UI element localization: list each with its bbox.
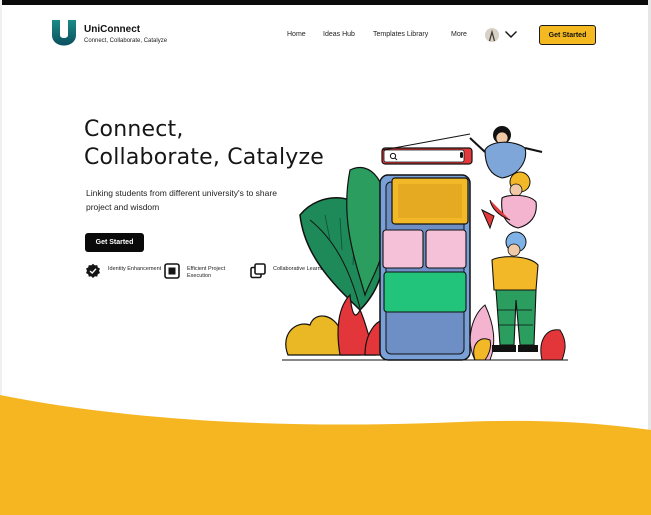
header-get-started-button[interactable]: Get Started [539, 25, 596, 45]
nav-home-link[interactable]: Home [287, 31, 306, 38]
copy-squares-icon [250, 263, 266, 279]
hero-illustration [282, 126, 568, 361]
nav-ideas-hub-link[interactable]: Ideas Hub [323, 31, 355, 38]
nav-templates-library-link[interactable]: Templates Library [373, 31, 428, 38]
yellow-wave-section [0, 395, 651, 515]
user-avatar[interactable] [485, 28, 499, 42]
frame-icon [164, 263, 180, 279]
uniconnect-logo-icon[interactable] [50, 18, 78, 48]
hero-subtitle: Linking students from different universi… [86, 188, 277, 212]
avatar-person-icon [485, 29, 499, 42]
badge-check-icon [86, 263, 100, 278]
brand-tagline: Connect, Collaborate, Catalyze [84, 38, 168, 44]
chevron-down-icon[interactable] [504, 29, 518, 39]
hero-get-started-button[interactable]: Get Started [85, 233, 144, 252]
feature-label: Identity Enhancement [108, 266, 162, 272]
feature-label: Efficient Project Execution [187, 266, 226, 279]
nav-more-link[interactable]: More [451, 31, 467, 38]
top-border [0, 0, 651, 5]
brand-name[interactable]: UniConnect [84, 24, 140, 35]
